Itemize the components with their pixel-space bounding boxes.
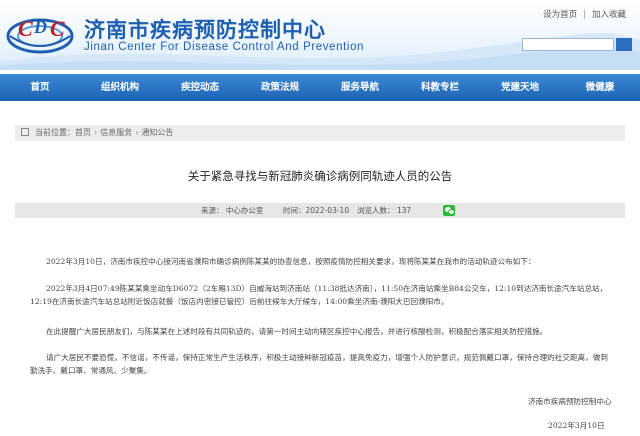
nav-item-micro-health[interactable]: 微健康 xyxy=(560,74,640,101)
svg-text:C: C xyxy=(50,16,65,41)
add-favorite-link[interactable]: 加入收藏 xyxy=(592,10,626,20)
breadcrumb-prefix: 当前位置： xyxy=(35,128,75,137)
article-paragraph: 请广大居民不要恐慌，不信谣，不传谣，保持正常生产生活秩序，积极主动接种新冠疫苗，… xyxy=(30,353,608,375)
top-links-separator: | xyxy=(583,10,586,20)
nav-item-science-education[interactable]: 科教专栏 xyxy=(400,74,480,101)
breadcrumb-home[interactable]: 首页 xyxy=(75,128,91,137)
location-icon xyxy=(21,128,29,136)
breadcrumb: 当前位置：首页 › 信息服务 › 通知公告 xyxy=(15,125,625,141)
article-paragraph: 2022年3月10日，济南市疾控中心接河南省濮阳市确诊病例陈某某的协查信息，按照… xyxy=(46,257,536,266)
site-header: C D C 济南市疾病预防控制中心 Jinan Center For Disea… xyxy=(0,0,640,70)
article-source: 来源： 中心办公室 xyxy=(201,206,264,215)
search-button[interactable] xyxy=(616,38,632,51)
site-title: 济南市疾病预防控制中心 xyxy=(84,17,326,42)
article-time: 时间：2022-03-10 xyxy=(283,206,350,215)
article-title: 关于紧急寻找与新冠肺炎确诊病例同轨迹人员的公告 xyxy=(187,169,453,183)
nav-item-home[interactable]: 首页 xyxy=(0,74,80,101)
article-signature: 济南市疾病预防控制中心 xyxy=(528,397,612,406)
main-nav: 首页 组织机构 疾控动态 政策法规 服务导航 科教专栏 党建天地 微健康 xyxy=(0,74,640,101)
top-links: 设为首页 | 加入收藏 xyxy=(537,8,626,20)
article-paragraph: 在此提醒广大居民朋友们，与陈某某在上述时段有共同轨迹的，请第一时间主动向辖区疾控… xyxy=(46,327,548,336)
article-date: 2022年3月10日 xyxy=(548,421,605,430)
svg-text:C: C xyxy=(18,16,33,41)
article-views: 浏览人数： 137 xyxy=(357,206,412,215)
breadcrumb-notices[interactable]: 通知公告 xyxy=(141,128,173,137)
breadcrumb-separator: › xyxy=(135,128,139,137)
svg-text:D: D xyxy=(33,17,47,37)
set-homepage-link[interactable]: 设为首页 xyxy=(543,10,577,20)
cdc-globe-logo-icon[interactable]: C D C xyxy=(4,6,78,56)
article-paragraph: 2022年3月4日07:49陈某某乘坐动车D6072（2车厢13D）自威海站到济… xyxy=(30,284,608,306)
breadcrumb-separator: › xyxy=(94,128,98,137)
wechat-share-icon[interactable] xyxy=(443,205,455,216)
nav-item-cdc-news[interactable]: 疾控动态 xyxy=(160,74,240,101)
article-meta-bar: 来源： 中心办公室 时间：2022-03-10 浏览人数： 137 xyxy=(15,203,625,218)
nav-item-policies[interactable]: 政策法规 xyxy=(240,74,320,101)
nav-item-service-guide[interactable]: 服务导航 xyxy=(320,74,400,101)
nav-item-organization[interactable]: 组织机构 xyxy=(80,74,160,101)
breadcrumb-info-service[interactable]: 信息服务 xyxy=(100,128,132,137)
nav-item-party-building[interactable]: 党建天地 xyxy=(480,74,560,101)
site-subtitle: Jinan Center For Disease Control And Pre… xyxy=(84,41,365,53)
search-input[interactable] xyxy=(522,38,614,51)
